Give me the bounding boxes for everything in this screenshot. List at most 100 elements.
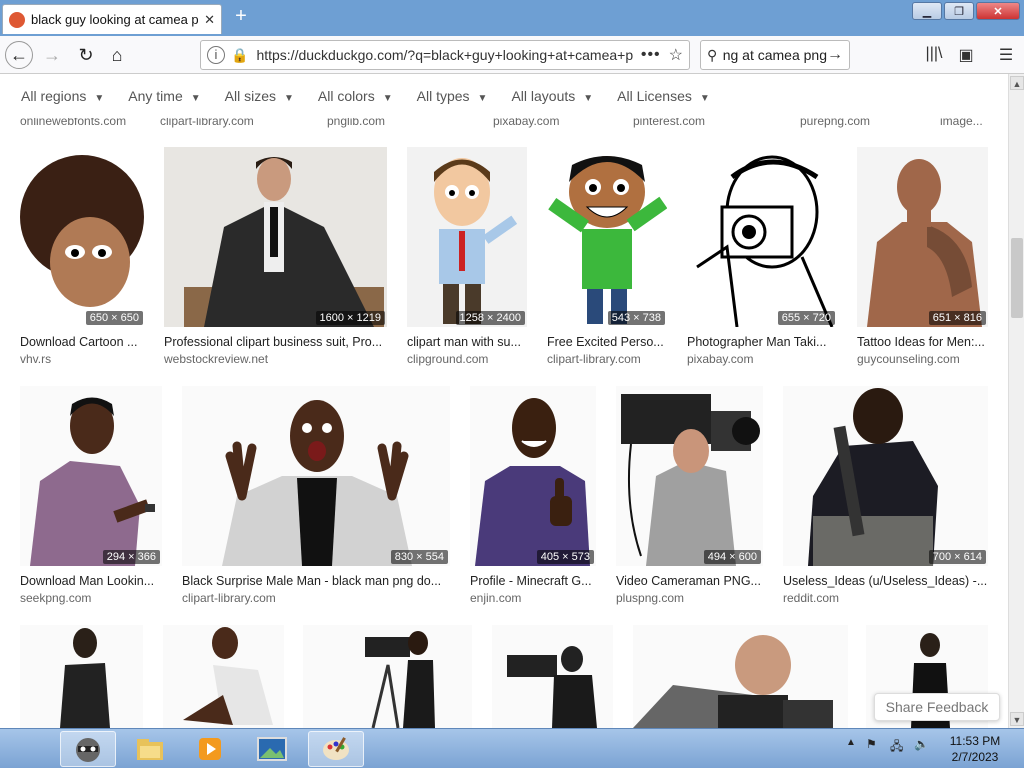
result-caption[interactable]: Tattoo Ideas for Men:... (857, 335, 988, 349)
url-bar[interactable]: i 🔒 https://duckduckgo.com/?q=black+guy+… (200, 40, 690, 70)
time-filter[interactable]: Any time ▼ (128, 88, 200, 104)
image-result[interactable] (20, 625, 143, 728)
color-filter[interactable]: All colors ▼ (318, 88, 393, 104)
image-result[interactable] (163, 625, 284, 728)
network-icon[interactable]: 🖧 (890, 737, 903, 758)
sidebar-icon[interactable]: ▣ (956, 45, 976, 65)
size-filter[interactable]: All sizes ▼ (225, 88, 294, 104)
image-result[interactable]: 294 × 366 Download Man Lookin... seekpng… (20, 386, 162, 616)
result-caption[interactable]: Professional clipart business suit, Pro.… (164, 335, 387, 349)
result-source[interactable]: reddit.com (783, 591, 839, 605)
result-thumbnail[interactable]: 294 × 366 (20, 386, 162, 566)
result-thumbnail[interactable]: 1258 × 2400 (407, 147, 527, 327)
result-caption[interactable]: Black Surprise Male Man - black man png … (182, 574, 450, 588)
reload-button[interactable]: ↻ (72, 41, 100, 69)
bookmark-star-icon[interactable]: ☆ (669, 45, 683, 65)
result-caption[interactable]: Download Man Lookin... (20, 574, 162, 588)
library-icon[interactable]: |||\ (924, 45, 944, 65)
search-go-icon[interactable]: → (827, 46, 843, 64)
result-source[interactable]: vhv.rs (20, 352, 51, 366)
paint-app-icon[interactable] (308, 731, 364, 767)
volume-icon[interactable]: 🔈 (914, 737, 929, 751)
result-thumbnail[interactable] (163, 625, 284, 728)
forward-button[interactable]: → (38, 41, 66, 69)
layout-filter[interactable]: All layouts ▼ (511, 88, 593, 104)
result-thumbnail[interactable]: 1600 × 1219 (164, 147, 387, 327)
result-source[interactable]: clipground.com (407, 352, 488, 366)
action-center-icon[interactable]: ⚑ (866, 737, 877, 751)
system-clock[interactable]: 11:53 PM 2/7/2023 (935, 733, 1015, 765)
raccoon-app-icon[interactable] (60, 731, 116, 767)
result-source[interactable]: guycounseling.com (857, 352, 960, 366)
back-button[interactable]: ← (5, 41, 33, 69)
url-text[interactable]: https://duckduckgo.com/?q=black+guy+look… (256, 47, 632, 63)
result-thumbnail[interactable] (633, 625, 848, 728)
result-thumbnail[interactable]: 543 × 738 (547, 147, 667, 327)
image-result[interactable]: 700 × 614 Useless_Ideas (u/Useless_Ideas… (783, 386, 988, 616)
search-bar[interactable]: ⚲ black guy looking at camea png → (700, 40, 850, 70)
region-filter[interactable]: All regions ▼ (21, 88, 104, 104)
image-result[interactable]: 1600 × 1219 Professional clipart busines… (164, 147, 387, 377)
vertical-scrollbar[interactable]: ▲ ▼ (1008, 74, 1024, 728)
result-thumbnail[interactable]: 655 × 720 (687, 147, 837, 327)
image-result[interactable] (633, 625, 848, 728)
man-with-camera-closeup-image (633, 635, 833, 728)
image-result[interactable]: 405 × 573 Profile - Minecraft G... enjin… (470, 386, 596, 616)
result-caption[interactable]: Free Excited Perso... (547, 335, 667, 349)
type-filter[interactable]: All types ▼ (417, 88, 488, 104)
result-thumbnail[interactable]: 650 × 650 (20, 147, 145, 327)
image-result[interactable]: 1258 × 2400 clipart man with su... clipg… (407, 147, 527, 377)
browser-tab[interactable]: black guy looking at camea png at DuckDu… (2, 4, 222, 34)
scroll-down-arrow-icon[interactable]: ▼ (1010, 712, 1024, 726)
result-thumbnail[interactable] (20, 625, 143, 728)
result-source[interactable]: webstockreview.net (164, 352, 268, 366)
result-caption[interactable]: Video Cameraman PNG... (616, 574, 763, 588)
image-result[interactable]: 655 × 720 Photographer Man Taki... pixab… (687, 147, 837, 377)
restore-button[interactable]: ❐ (944, 2, 974, 20)
file-explorer-icon[interactable] (122, 731, 178, 767)
close-window-button[interactable]: ✕ (976, 2, 1020, 20)
result-source[interactable]: clipart-library.com (547, 352, 641, 366)
image-result[interactable]: 650 × 650 Download Cartoon ... vhv.rs (20, 147, 145, 377)
result-caption[interactable]: clipart man with su... (407, 335, 527, 349)
result-thumbnail[interactable]: 405 × 573 (470, 386, 596, 566)
result-thumbnail[interactable] (492, 625, 613, 728)
media-player-icon[interactable] (182, 731, 238, 767)
result-caption[interactable]: Photographer Man Taki... (687, 335, 837, 349)
result-caption[interactable]: Profile - Minecraft G... (470, 574, 596, 588)
navigation-toolbar: ← → ↻ ⌂ i 🔒 https://duckduckgo.com/?q=bl… (0, 36, 1024, 74)
image-result[interactable] (492, 625, 613, 728)
image-viewer-icon[interactable] (244, 731, 300, 767)
result-caption[interactable]: Download Cartoon ... (20, 335, 145, 349)
result-thumbnail[interactable] (303, 625, 472, 728)
minimize-button[interactable]: ▁ (912, 2, 942, 20)
search-text[interactable]: black guy looking at camea png (723, 47, 827, 63)
result-source[interactable]: enjin.com (470, 591, 521, 605)
result-thumbnail[interactable]: 830 × 554 (182, 386, 450, 566)
result-source[interactable]: pluspng.com (616, 591, 684, 605)
share-feedback-button[interactable]: Share Feedback (874, 693, 1000, 721)
result-source[interactable]: seekpng.com (20, 591, 91, 605)
result-thumbnail[interactable]: 700 × 614 (783, 386, 988, 566)
result-source[interactable]: pixabay.com (687, 352, 753, 366)
scroll-up-arrow-icon[interactable]: ▲ (1010, 76, 1024, 90)
image-result[interactable]: 494 × 600 Video Cameraman PNG... pluspng… (616, 386, 763, 616)
scrollbar-thumb[interactable] (1011, 238, 1023, 318)
site-info-icon[interactable]: i (207, 46, 225, 64)
result-caption[interactable]: Useless_Ideas (u/Useless_Ideas) -... (783, 574, 988, 588)
image-result[interactable] (303, 625, 472, 728)
menu-icon[interactable]: ☰ (996, 45, 1016, 65)
clock-time: 11:53 PM (949, 734, 1001, 748)
image-result[interactable]: 651 × 816 Tattoo Ideas for Men:... guyco… (857, 147, 988, 377)
result-source[interactable]: clipart-library.com (182, 591, 276, 605)
tab-close-icon[interactable]: ✕ (204, 12, 215, 28)
new-tab-button[interactable]: + (230, 5, 252, 27)
result-thumbnail[interactable]: 651 × 816 (857, 147, 988, 327)
page-actions-icon[interactable]: ••• (641, 46, 661, 64)
image-result[interactable]: 830 × 554 Black Surprise Male Man - blac… (182, 386, 450, 616)
image-result[interactable]: 543 × 738 Free Excited Perso... clipart-… (547, 147, 667, 377)
show-hidden-icons-arrow[interactable]: ▲ (846, 737, 856, 748)
home-button[interactable]: ⌂ (103, 41, 131, 69)
license-filter[interactable]: All Licenses ▼ (617, 88, 710, 104)
result-thumbnail[interactable]: 494 × 600 (616, 386, 763, 566)
